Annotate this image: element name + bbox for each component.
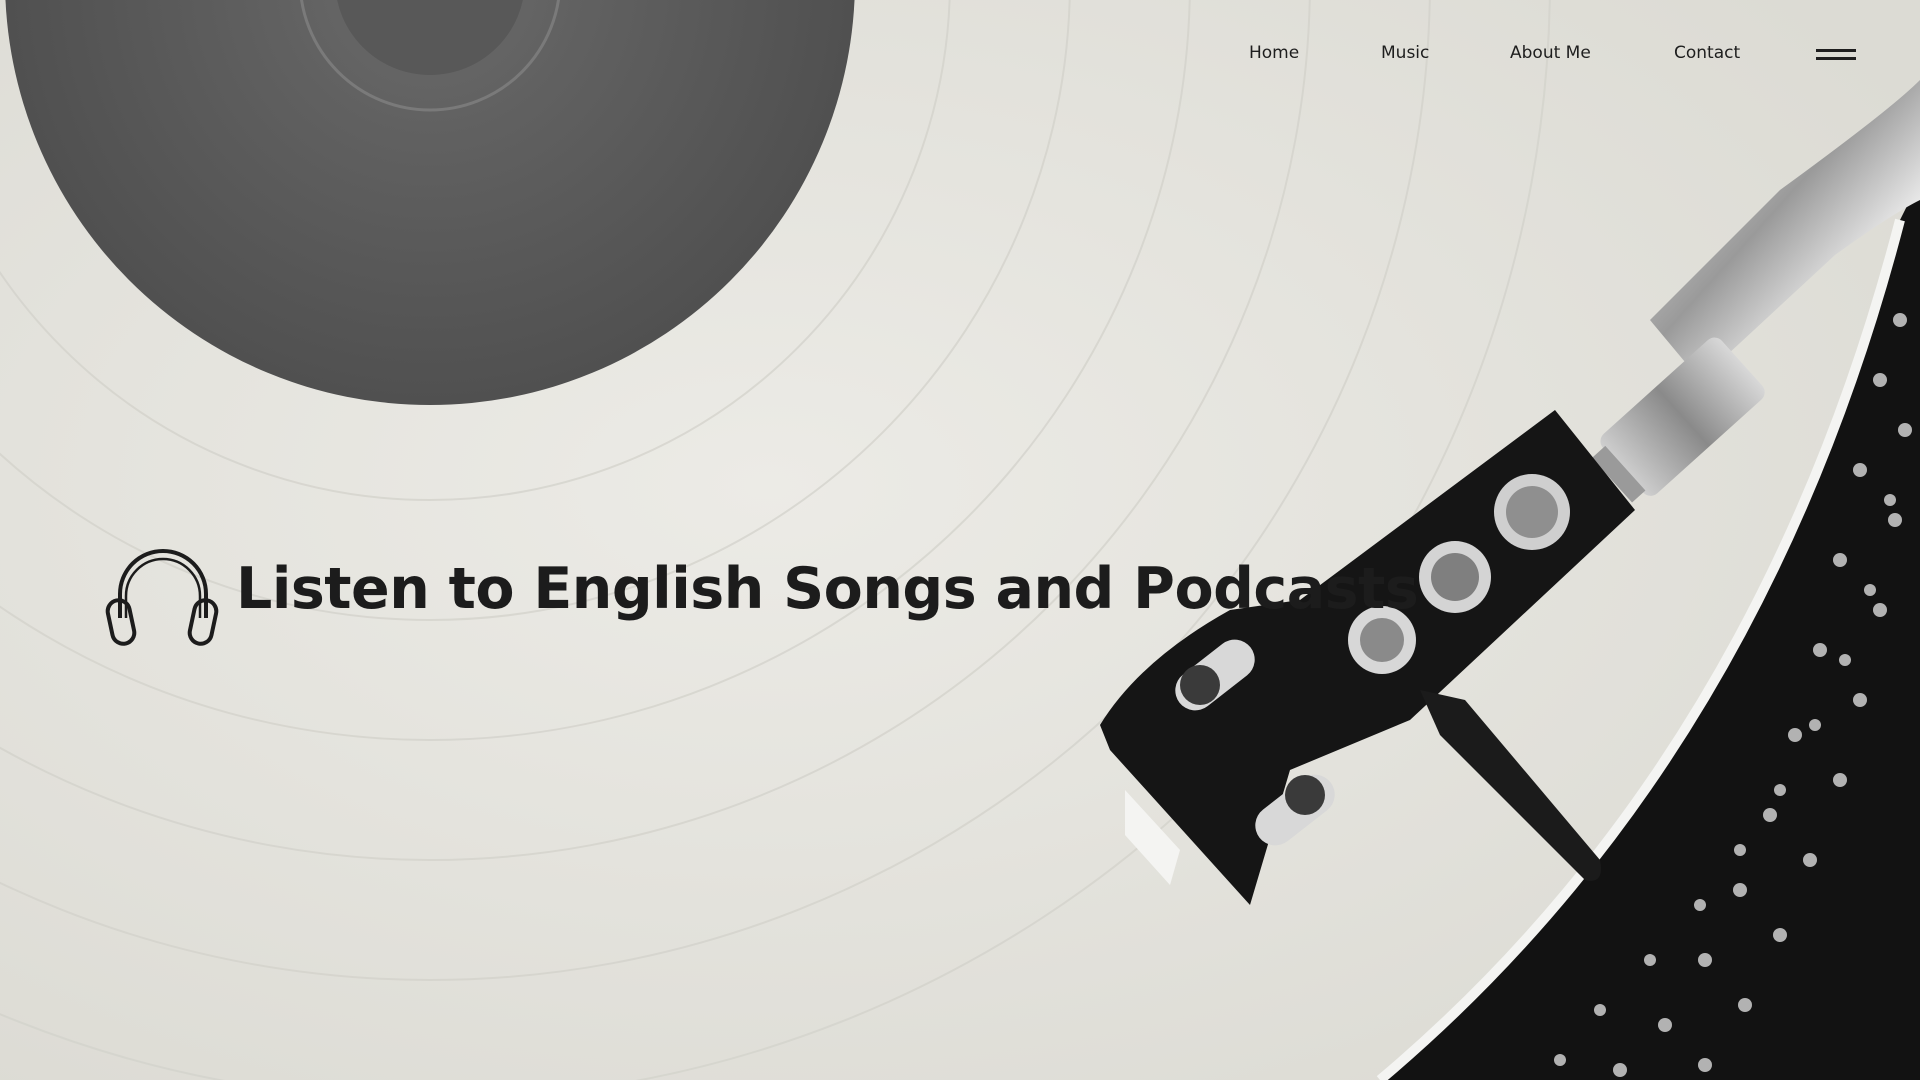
hero-title: Listen to English Songs and Podcasts bbox=[236, 556, 1419, 622]
hamburger-menu-icon bbox=[1816, 49, 1856, 52]
nav-link-home[interactable]: Home bbox=[1249, 43, 1299, 63]
nav-link-music[interactable]: Music bbox=[1381, 43, 1429, 63]
nav-link-about-me[interactable]: About Me bbox=[1510, 43, 1591, 63]
hamburger-menu-line bbox=[1816, 57, 1856, 60]
hero-heading: Listen to English Songs and Podcasts bbox=[104, 536, 1419, 646]
headphones-icon bbox=[105, 549, 219, 646]
top-navigation: Home Music About Me Contact bbox=[0, 0, 1920, 108]
nav-link-contact[interactable]: Contact bbox=[1674, 43, 1740, 63]
hamburger-menu-button[interactable] bbox=[1814, 44, 1858, 64]
